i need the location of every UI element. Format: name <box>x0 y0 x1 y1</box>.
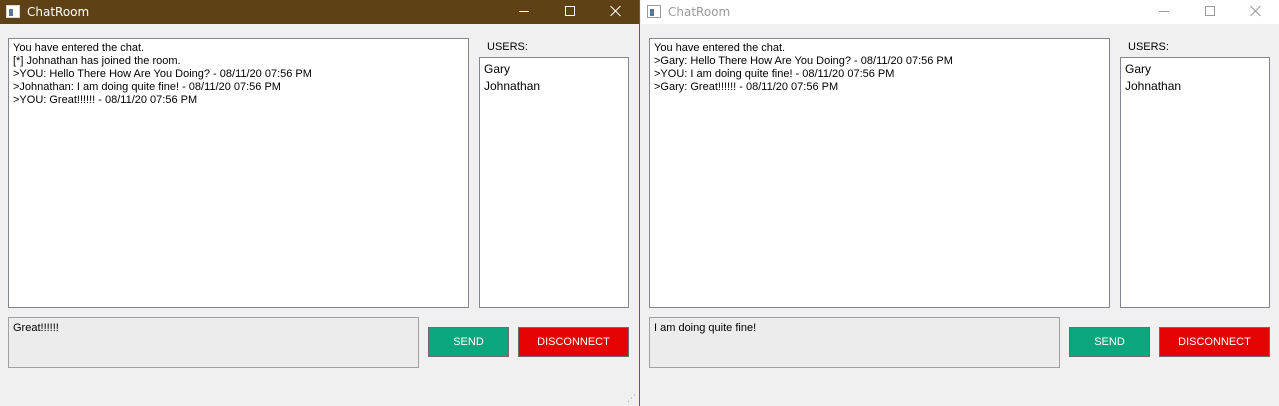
message-input[interactable] <box>8 317 419 368</box>
minimize-icon <box>519 11 529 12</box>
user-list[interactable]: Gary Johnathan <box>479 57 629 308</box>
window-icon <box>647 5 661 18</box>
user-item[interactable]: Johnathan <box>484 78 624 95</box>
close-icon <box>1250 5 1262 17</box>
send-button[interactable]: SEND <box>1069 327 1150 357</box>
window-title: ChatRoom <box>27 5 90 19</box>
chat-message: [*] Johnathan has joined the room. <box>13 55 181 67</box>
chatroom-window-left: ChatRoom You have entered the chat. [*] … <box>0 0 640 406</box>
user-item[interactable]: Gary <box>1125 61 1265 78</box>
chat-message: >Gary: Hello There How Are You Doing? - … <box>654 55 953 67</box>
window-icon <box>6 5 20 18</box>
disconnect-button[interactable]: DISCONNECT <box>1159 327 1270 357</box>
maximize-button[interactable] <box>547 0 593 24</box>
close-icon <box>610 5 622 17</box>
close-button[interactable] <box>1233 0 1279 24</box>
maximize-icon <box>1205 6 1215 16</box>
chat-log[interactable]: You have entered the chat. [*] Johnathan… <box>8 38 469 308</box>
chat-message: >Johnathan: I am doing quite fine! - 08/… <box>13 81 281 93</box>
close-button[interactable] <box>593 0 639 24</box>
title-bar[interactable]: ChatRoom <box>641 0 1279 24</box>
minimize-icon <box>1159 11 1169 12</box>
chatroom-window-right: ChatRoom You have entered the chat. >Gar… <box>641 0 1279 406</box>
user-item[interactable]: Johnathan <box>1125 78 1265 95</box>
users-label: USERS: <box>487 41 528 53</box>
chat-message: You have entered the chat. <box>13 42 145 54</box>
disconnect-button[interactable]: DISCONNECT <box>518 327 629 357</box>
send-button[interactable]: SEND <box>428 327 509 357</box>
chat-log[interactable]: You have entered the chat. >Gary: Hello … <box>649 38 1110 308</box>
message-input[interactable] <box>649 317 1060 368</box>
user-list[interactable]: Gary Johnathan <box>1120 57 1270 308</box>
minimize-button[interactable] <box>1141 0 1187 24</box>
chat-message: >Gary: Great!!!!!! - 08/11/20 07:56 PM <box>654 81 839 93</box>
window-title: ChatRoom <box>668 5 731 19</box>
resize-grip-icon[interactable]: ⋰ <box>626 394 636 404</box>
chat-message: >YOU: Great!!!!!! - 08/11/20 07:56 PM <box>13 94 198 106</box>
title-bar[interactable]: ChatRoom <box>0 0 639 24</box>
users-label: USERS: <box>1128 41 1169 53</box>
chat-message: >YOU: I am doing quite fine! - 08/11/20 … <box>654 68 895 80</box>
chat-message: You have entered the chat. <box>654 42 786 54</box>
maximize-button[interactable] <box>1187 0 1233 24</box>
minimize-button[interactable] <box>501 0 547 24</box>
user-item[interactable]: Gary <box>484 61 624 78</box>
maximize-icon <box>565 6 575 16</box>
chat-message: >YOU: Hello There How Are You Doing? - 0… <box>13 68 312 80</box>
